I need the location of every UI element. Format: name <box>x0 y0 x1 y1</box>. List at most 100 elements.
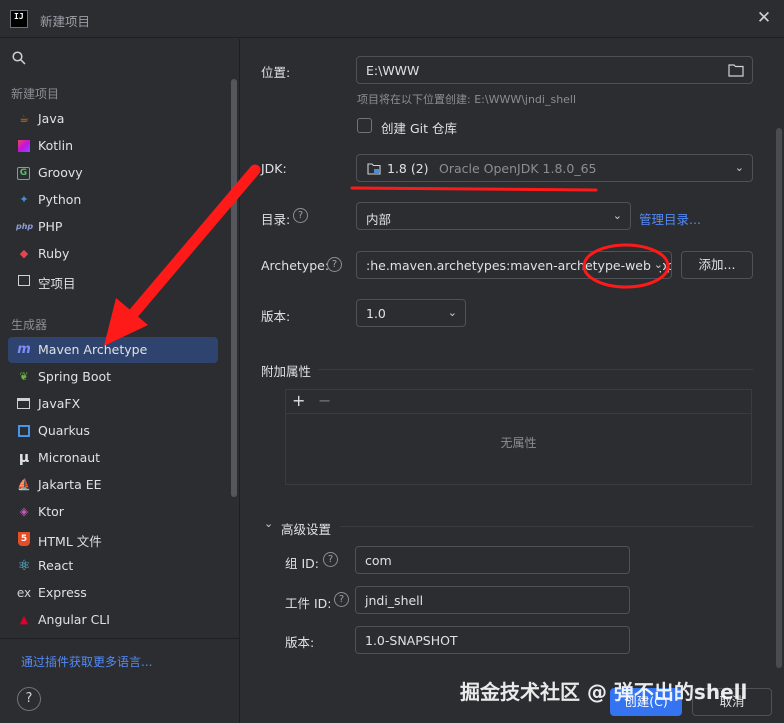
catalog-help-icon[interactable]: ? <box>293 208 308 223</box>
create-git-checkbox[interactable] <box>357 118 372 133</box>
ruby-icon: ◆ <box>19 247 29 260</box>
properties-table: + − 无属性 <box>285 389 752 485</box>
add-property-icon[interactable]: + <box>292 391 305 410</box>
sidebar-item-label: Jakarta EE <box>38 477 102 492</box>
no-properties-text: 无属性 <box>500 436 537 450</box>
spring-icon: ❦ <box>19 370 29 383</box>
sidebar-item-label: Ktor <box>38 504 64 519</box>
section-divider <box>318 369 753 370</box>
angular-icon: ▲ <box>19 613 29 626</box>
sidebar-item-label: Python <box>38 192 82 207</box>
ktor-icon: ◈ <box>19 505 29 518</box>
sidebar-group-generators: 生成器 <box>11 318 48 332</box>
sidebar-item-kotlin[interactable]: Kotlin <box>8 133 218 159</box>
jdk-version: 1.8 (2) <box>387 161 429 176</box>
adv-version-label: 版本: <box>285 635 315 650</box>
location-field[interactable]: E:\WWW <box>356 56 753 84</box>
maven-icon: m <box>17 342 31 357</box>
get-more-languages-link[interactable]: 通过插件获取更多语言... <box>21 653 152 670</box>
close-icon[interactable]: ✕ <box>754 8 774 28</box>
sidebar-item-groovy[interactable]: G Groovy <box>8 160 218 186</box>
sidebar-item-empty-project[interactable]: 空项目 <box>8 268 218 294</box>
adv-version-value: 1.0-SNAPSHOT <box>365 633 458 648</box>
folder-icon[interactable] <box>728 63 744 77</box>
create-git-label: 创建 Git 仓库 <box>381 121 458 136</box>
html-icon: 5 <box>18 532 30 546</box>
sidebar-item-label: JavaFX <box>38 396 81 411</box>
sidebar-group-new-project: 新建项目 <box>11 87 60 101</box>
adv-version-input[interactable]: 1.0-SNAPSHOT <box>355 626 630 654</box>
location-value: E:\WWW <box>366 63 420 78</box>
version-label: 版本: <box>261 309 291 324</box>
sidebar-item-label: React <box>38 558 74 573</box>
remove-property-icon[interactable]: − <box>318 391 331 410</box>
sidebar-item-react[interactable]: ⚛ React <box>8 553 218 579</box>
sidebar-item-label: Java <box>38 111 65 126</box>
sidebar-item-label: Micronaut <box>38 450 101 465</box>
advanced-settings-title[interactable]: 高级设置 <box>281 519 331 538</box>
jdk-select[interactable]: 1.8 (2) Oracle OpenJDK 1.8.0_65 ⌄ <box>356 154 753 182</box>
sidebar-footer-divider <box>0 638 240 639</box>
micronaut-icon: μ <box>18 450 30 466</box>
sidebar-item-php[interactable]: php PHP <box>8 214 218 240</box>
group-id-help-icon[interactable]: ? <box>323 552 338 567</box>
sidebar-item-label: Angular CLI <box>38 612 110 627</box>
sidebar-item-java[interactable]: ☕ Java <box>8 106 218 132</box>
sidebar-item-label: PHP <box>38 219 63 234</box>
artifact-id-input[interactable]: jndi_shell <box>355 586 630 614</box>
manage-catalogs-link[interactable]: 管理目录... <box>639 209 701 228</box>
main-scrollbar[interactable] <box>776 128 782 668</box>
sidebar-item-label: HTML 文件 <box>38 534 102 549</box>
sidebar-item-ktor[interactable]: ◈ Ktor <box>8 499 218 525</box>
catalog-value: 内部 <box>366 212 392 227</box>
artifact-id-value: jndi_shell <box>365 593 424 608</box>
archetype-select[interactable]: :he.maven.archetypes:maven-archetype-web… <box>356 251 672 279</box>
empty-project-icon <box>18 275 30 286</box>
sidebar-item-python[interactable]: ✦ Python <box>8 187 218 213</box>
sidebar-item-javafx[interactable]: JavaFX <box>8 391 218 417</box>
javafx-icon <box>17 398 30 409</box>
python-icon: ✦ <box>19 193 29 206</box>
artifact-id-label: 工件 ID: <box>285 596 332 611</box>
advanced-collapse-icon[interactable]: ⌄ <box>264 517 273 530</box>
sidebar-item-html[interactable]: 5 HTML 文件 <box>8 526 218 552</box>
sidebar-item-express[interactable]: ex Express <box>8 580 218 606</box>
sidebar-item-maven-archetype[interactable]: m Maven Archetype <box>8 337 218 363</box>
sidebar-item-label: Ruby <box>38 246 70 261</box>
add-archetype-button[interactable]: 添加... <box>681 251 753 279</box>
help-button[interactable]: ? <box>17 687 41 711</box>
jdk-folder-icon <box>367 163 381 175</box>
kotlin-icon <box>18 140 30 152</box>
sidebar-item-ruby[interactable]: ◆ Ruby <box>8 241 218 267</box>
jdk-label: JDK: <box>261 161 287 176</box>
archetype-label: Archetype: <box>261 258 330 273</box>
window-title: 新建项目 <box>40 14 91 29</box>
sidebar-item-quarkus[interactable]: Quarkus <box>8 418 218 444</box>
watermark-text: 掘金技术社区 @ 弹不出的shell <box>460 680 748 704</box>
sidebar-item-micronaut[interactable]: μ Micronaut <box>8 445 218 471</box>
sidebar-item-jakarta-ee[interactable]: ⛵ Jakarta EE <box>8 472 218 498</box>
intellij-app-icon: IJ <box>10 10 28 28</box>
chevron-down-icon: ⌄ <box>650 258 663 271</box>
php-icon: php <box>16 222 34 231</box>
artifact-id-help-icon[interactable]: ? <box>334 592 349 607</box>
sidebar-item-label: Kotlin <box>38 138 73 153</box>
groovy-icon: G <box>17 167 30 180</box>
catalog-select[interactable]: 内部 ⌄ <box>356 202 631 230</box>
archetype-value: :he.maven.archetypes:maven-archetype-web… <box>366 258 672 273</box>
jakarta-icon: ⛵ <box>17 478 31 491</box>
sidebar-item-spring-boot[interactable]: ❦ Spring Boot <box>8 364 218 390</box>
jdk-name: Oracle OpenJDK 1.8.0_65 <box>439 161 597 176</box>
react-icon: ⚛ <box>17 558 31 574</box>
sidebar-scrollbar[interactable] <box>231 79 237 497</box>
version-select[interactable]: 1.0 ⌄ <box>356 299 466 327</box>
properties-toolbar: + − <box>286 390 751 414</box>
location-label: 位置: <box>261 65 291 80</box>
group-id-input[interactable]: com <box>355 546 630 574</box>
archetype-help-icon[interactable]: ? <box>327 257 342 272</box>
sidebar-item-angular[interactable]: ▲ Angular CLI <box>8 607 218 633</box>
additional-properties-title: 附加属性 <box>261 364 312 379</box>
java-icon: ☕ <box>19 112 29 125</box>
search-icon[interactable] <box>12 51 26 65</box>
section-divider <box>340 526 753 527</box>
